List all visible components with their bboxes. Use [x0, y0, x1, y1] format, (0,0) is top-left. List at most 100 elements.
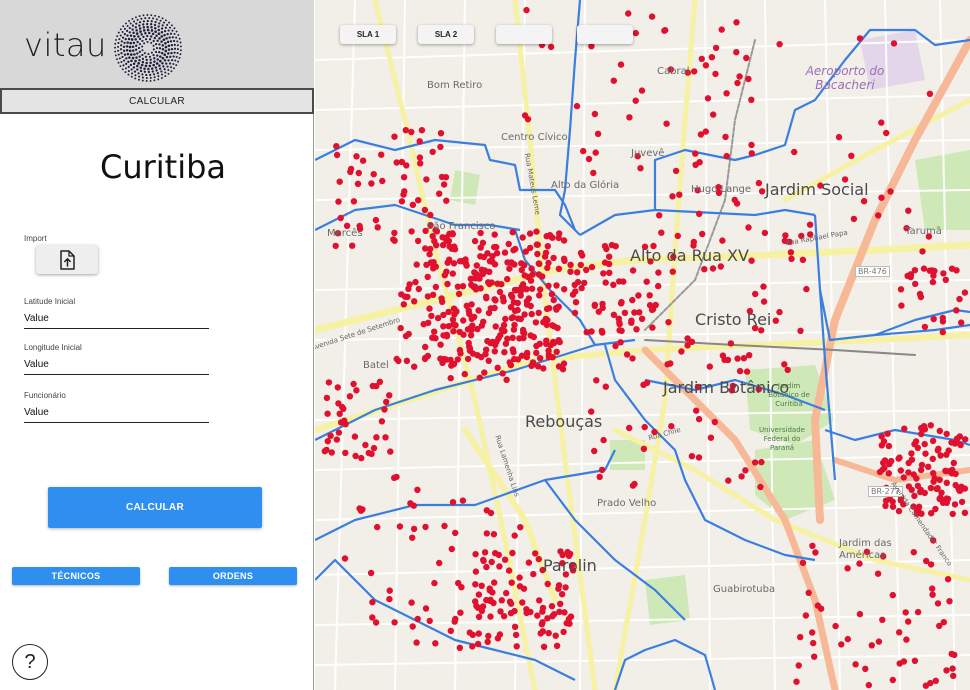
order-marker[interactable] [323, 394, 331, 402]
order-marker[interactable] [931, 475, 938, 482]
order-marker[interactable] [927, 561, 935, 568]
order-marker[interactable] [424, 352, 432, 360]
order-marker[interactable] [432, 640, 439, 647]
order-marker[interactable] [715, 189, 723, 196]
order-marker[interactable] [475, 613, 483, 620]
order-marker[interactable] [926, 90, 934, 98]
order-marker[interactable] [629, 482, 637, 489]
order-marker[interactable] [907, 271, 914, 278]
order-marker[interactable] [431, 237, 438, 245]
order-marker[interactable] [878, 194, 885, 201]
order-marker[interactable] [563, 620, 570, 627]
order-marker[interactable] [883, 129, 890, 137]
order-marker[interactable] [446, 230, 453, 237]
order-marker[interactable] [612, 342, 619, 350]
order-marker[interactable] [469, 631, 476, 639]
order-marker[interactable] [718, 26, 725, 33]
order-marker[interactable] [549, 613, 556, 620]
order-marker[interactable] [939, 328, 946, 336]
order-marker[interactable] [352, 452, 359, 460]
order-marker[interactable] [802, 612, 810, 619]
order-marker[interactable] [561, 286, 568, 293]
order-marker[interactable] [483, 507, 490, 514]
order-marker[interactable] [490, 531, 498, 538]
order-marker[interactable] [425, 319, 432, 326]
order-marker[interactable] [325, 379, 333, 386]
order-marker[interactable] [495, 335, 502, 342]
order-marker[interactable] [590, 169, 597, 177]
order-marker[interactable] [447, 356, 454, 364]
order-marker[interactable] [600, 436, 607, 444]
order-marker[interactable] [342, 449, 349, 457]
order-marker[interactable] [475, 630, 482, 637]
order-marker[interactable] [617, 339, 624, 346]
order-marker[interactable] [477, 285, 484, 292]
order-marker[interactable] [948, 265, 956, 272]
order-marker[interactable] [447, 627, 454, 634]
order-marker[interactable] [511, 286, 519, 294]
order-marker[interactable] [507, 609, 515, 617]
order-marker[interactable] [943, 667, 950, 674]
order-marker[interactable] [936, 427, 943, 435]
order-marker[interactable] [517, 524, 524, 531]
order-marker[interactable] [929, 278, 937, 286]
order-marker[interactable] [882, 497, 890, 504]
order-marker[interactable] [336, 410, 343, 417]
order-marker[interactable] [591, 301, 599, 308]
order-marker[interactable] [482, 351, 489, 358]
order-marker[interactable] [695, 415, 703, 423]
order-marker[interactable] [540, 643, 548, 650]
order-marker[interactable] [878, 119, 885, 126]
order-marker[interactable] [432, 283, 440, 291]
order-marker[interactable] [911, 492, 918, 500]
tab-sla-1[interactable]: SLA 1 [340, 25, 396, 44]
order-marker[interactable] [506, 598, 514, 605]
order-marker[interactable] [467, 324, 474, 332]
order-marker[interactable] [484, 337, 491, 345]
order-marker[interactable] [901, 425, 908, 432]
order-marker[interactable] [548, 603, 556, 610]
order-marker[interactable] [628, 319, 635, 326]
order-marker[interactable] [633, 326, 640, 333]
order-marker[interactable] [651, 428, 658, 436]
order-marker[interactable] [961, 289, 969, 296]
order-marker[interactable] [603, 245, 610, 253]
order-marker[interactable] [629, 296, 636, 304]
order-marker[interactable] [932, 677, 939, 684]
order-marker[interactable] [437, 143, 444, 151]
order-marker[interactable] [695, 454, 703, 461]
order-marker[interactable] [803, 285, 810, 293]
order-marker[interactable] [523, 353, 530, 361]
order-marker[interactable] [518, 260, 525, 267]
order-marker[interactable] [865, 681, 872, 689]
order-marker[interactable] [734, 79, 741, 87]
order-marker[interactable] [897, 467, 904, 474]
order-marker[interactable] [788, 255, 795, 262]
order-marker[interactable] [616, 319, 623, 326]
order-marker[interactable] [920, 265, 928, 272]
order-marker[interactable] [502, 340, 510, 347]
order-marker[interactable] [491, 243, 498, 251]
order-marker[interactable] [499, 370, 506, 377]
order-marker[interactable] [526, 230, 534, 237]
order-marker[interactable] [449, 499, 457, 506]
order-marker[interactable] [483, 563, 490, 571]
order-marker[interactable] [896, 454, 903, 461]
order-marker[interactable] [539, 608, 546, 615]
order-marker[interactable] [852, 661, 859, 668]
order-marker[interactable] [898, 302, 905, 309]
order-marker[interactable] [555, 363, 563, 370]
order-marker[interactable] [856, 35, 864, 42]
order-marker[interactable] [473, 262, 480, 269]
order-marker[interactable] [523, 6, 530, 14]
order-marker[interactable] [722, 133, 729, 141]
order-marker[interactable] [567, 550, 574, 558]
order-marker[interactable] [429, 148, 436, 155]
order-marker[interactable] [704, 95, 712, 102]
order-marker[interactable] [492, 323, 499, 330]
order-marker[interactable] [799, 256, 807, 263]
order-marker[interactable] [393, 473, 400, 481]
order-marker[interactable] [448, 545, 455, 553]
order-marker[interactable] [583, 266, 590, 274]
order-marker[interactable] [572, 299, 580, 306]
